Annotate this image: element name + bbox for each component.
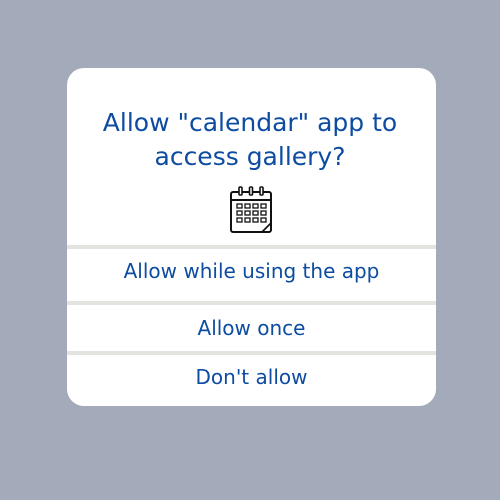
option-label: Allow once	[197, 316, 306, 340]
option-label: Don't allow	[195, 365, 308, 389]
dialog-title-line-1: Allow "calendar" app to	[102, 108, 398, 137]
dont-allow-button[interactable]: Don't allow	[67, 364, 436, 390]
divider	[67, 301, 436, 305]
permission-dialog: Allow "calendar" app to access gallery?	[67, 68, 436, 406]
divider	[67, 245, 436, 249]
allow-while-using-app-button[interactable]: Allow while using the app	[67, 258, 436, 284]
calendar-icon	[229, 186, 273, 234]
dialog-title-line-2: access gallery?	[154, 142, 346, 171]
allow-once-button[interactable]: Allow once	[67, 315, 436, 341]
divider	[67, 351, 436, 355]
dialog-title: Allow "calendar" app to access gallery?	[67, 106, 436, 174]
option-label: Allow while using the app	[123, 259, 380, 283]
